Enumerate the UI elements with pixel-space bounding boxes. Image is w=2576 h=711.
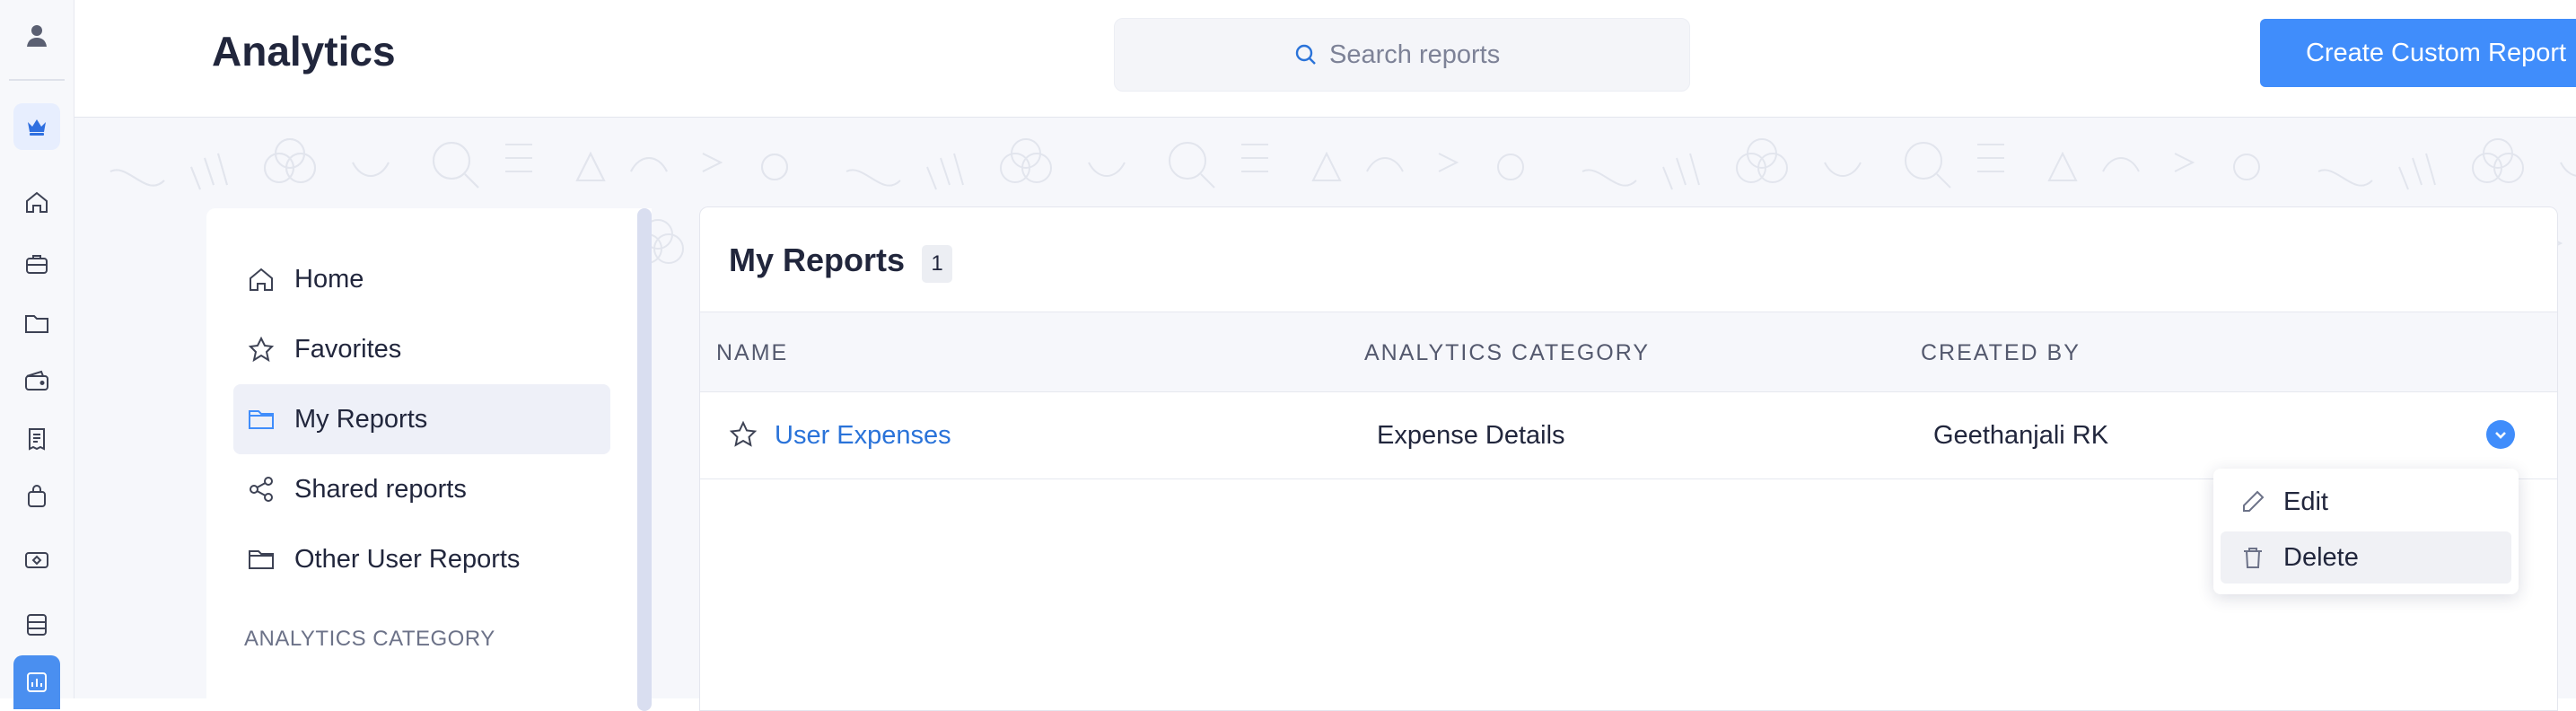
nav-item-label: Home [294,264,364,294]
star-icon [248,336,275,363]
reports-nav-panel: Home Favorites My Reports Shared reports… [206,208,652,711]
menu-item-edit[interactable]: Edit [2221,476,2511,528]
reports-title: My Reports [729,241,906,278]
create-custom-report-button[interactable]: Create Custom Report [2260,19,2576,87]
report-category: Expense Details [1377,421,1565,450]
folder-icon [249,550,274,569]
column-header-name: NAME [716,340,789,365]
row-actions-toggle[interactable] [2486,420,2515,449]
receipt-icon[interactable] [13,416,60,462]
nav-item-shared-reports[interactable]: Shared reports [233,454,610,524]
report-created-by: Geethanjali RK [1933,421,2109,450]
cash-icon[interactable] [13,537,60,584]
analytics-icon[interactable] [13,655,60,709]
count-badge: 1 [922,245,952,283]
home-icon [250,268,273,291]
my-reports-panel: My Reports 1 NAME ANALYTICS CATEGORY CRE… [699,206,2558,711]
nav-item-home[interactable]: Home [233,244,610,314]
server-icon[interactable] [13,601,60,648]
nav-scrollbar[interactable] [637,208,652,711]
column-header-created-by: CREATED BY [1921,340,2081,365]
row-actions-menu: Edit Delete [2213,469,2519,594]
share-icon [250,477,273,502]
folder-icon [249,410,274,429]
chevron-down-icon [2495,432,2506,439]
rail-divider [9,79,65,81]
column-header-category: ANALYTICS CATEGORY [1364,340,1651,365]
report-name-link[interactable]: User Expenses [775,421,951,451]
nav-item-label: Other User Reports [294,544,521,574]
menu-item-label: Edit [2283,487,2328,516]
nav-item-favorites[interactable]: Favorites [233,314,610,384]
search-icon [1295,44,1316,65]
folder-icon[interactable] [13,300,60,347]
search-box[interactable] [1114,18,1690,92]
user-avatar-icon[interactable] [13,13,60,59]
bag-icon[interactable] [13,473,60,520]
home-icon[interactable] [13,179,60,225]
page-title: Analytics [212,28,396,75]
pencil-icon [2243,490,2265,512]
trash-icon [2244,548,2262,568]
menu-item-label: Delete [2283,542,2359,572]
analytics-category-heading: ANALYTICS CATEGORY [244,627,495,651]
top-header: Analytics Create Custom Report [74,0,2576,118]
table-row[interactable]: User Expenses Expense Details Geethanjal… [700,391,2557,479]
menu-item-delete[interactable]: Delete [2221,531,2511,584]
table-header: NAME ANALYTICS CATEGORY CREATED BY [700,312,2557,392]
crown-icon[interactable] [13,103,60,150]
nav-item-my-reports[interactable]: My Reports [233,384,610,454]
favorite-star-icon[interactable] [727,418,759,451]
wallet-icon[interactable] [13,357,60,404]
nav-item-other-user-reports[interactable]: Other User Reports [233,524,610,594]
briefcase-icon[interactable] [13,241,60,287]
nav-item-label: Shared reports [294,474,467,504]
search-input[interactable] [1327,39,1511,71]
nav-item-label: Favorites [294,334,402,364]
nav-item-label: My Reports [294,404,428,434]
app-rail [0,0,74,709]
